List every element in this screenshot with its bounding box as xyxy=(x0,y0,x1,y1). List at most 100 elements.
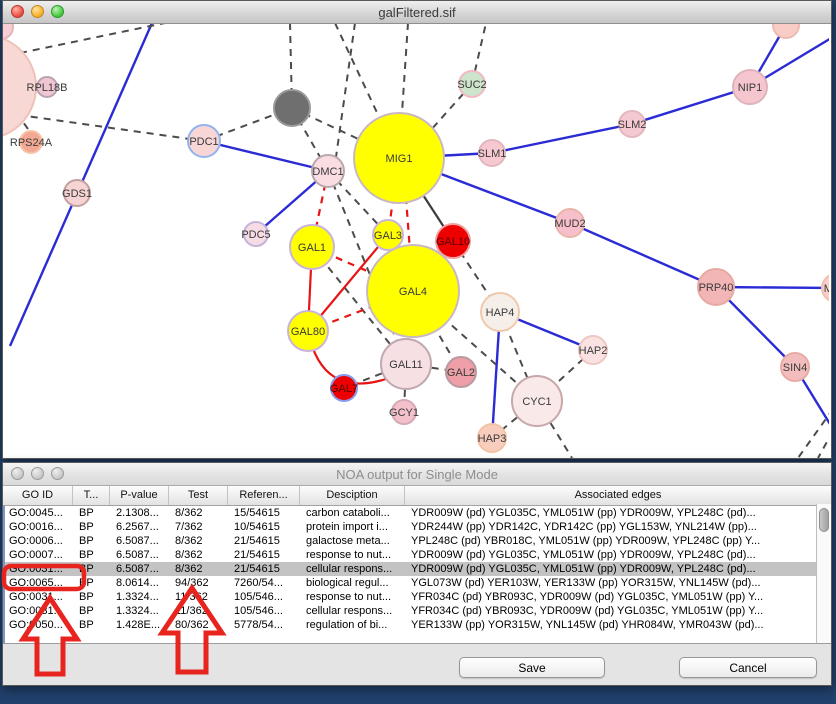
cell-reference: 21/54615 xyxy=(230,548,302,562)
close-button[interactable] xyxy=(11,467,24,480)
network-node-gray-node[interactable] xyxy=(274,90,310,126)
cell-type: BP xyxy=(75,520,112,534)
cell-type: BP xyxy=(75,590,112,604)
minimize-button[interactable] xyxy=(31,5,44,18)
node-label-SIN4: SIN4 xyxy=(783,362,807,374)
scrollbar-thumb[interactable] xyxy=(819,508,829,532)
cell-type: BP xyxy=(75,506,112,520)
column-header-t[interactable]: T... xyxy=(73,486,110,505)
table-row[interactable]: GO:0050...BP1.428E...80/3625778/54...reg… xyxy=(5,618,831,632)
table-row[interactable]: GO:0031...BP1.3324...11/362105/546...cel… xyxy=(5,604,831,618)
cell-edges: YFR034C (pd) YBR093C, YDR009W (pd) YGL03… xyxy=(407,604,831,618)
cell-p_value: 6.5087... xyxy=(112,562,171,576)
save-button[interactable]: Save xyxy=(459,657,605,678)
column-header-referen[interactable]: Referen... xyxy=(228,486,300,505)
cell-type: BP xyxy=(75,604,112,618)
zoom-button[interactable] xyxy=(51,5,64,18)
node-label-GAL4: GAL4 xyxy=(399,286,427,298)
node-label-GAL3: GAL3 xyxy=(374,230,402,242)
column-header-go-id[interactable]: GO ID xyxy=(3,486,73,505)
cell-edges: YDR009W (pd) YGL035C, YML051W (pp) YDR00… xyxy=(407,506,831,520)
node-label-GAL10: GAL10 xyxy=(436,236,470,248)
noa-window-titlebar[interactable]: NOA output for Single Mode xyxy=(3,463,831,486)
cell-test: 11/362 xyxy=(171,604,230,618)
cell-type: BP xyxy=(75,562,112,576)
cell-p_value: 1.3324... xyxy=(112,590,171,604)
cell-test: 11/362 xyxy=(171,590,230,604)
network-edge xyxy=(204,141,328,171)
network-graph: RPL18BRPS24AGDS1PDC1MIG1SUC2SLM1SLM2NIP1… xyxy=(3,24,829,458)
node-label-GCY1: GCY1 xyxy=(389,407,419,419)
column-header-desciption[interactable]: Desciption xyxy=(300,486,405,505)
cell-go_id: GO:0031... xyxy=(5,590,75,604)
node-label-NIP1: NIP1 xyxy=(738,82,762,94)
table-row[interactable]: GO:0006...BP6.5087...8/36221/54615galact… xyxy=(5,534,831,548)
node-label-CYC1: CYC1 xyxy=(522,396,551,408)
cell-go_id: GO:0031... xyxy=(5,562,75,576)
node-label-PDC5: PDC5 xyxy=(241,229,270,241)
cell-test: 7/362 xyxy=(171,520,230,534)
cell-description: response to nut... xyxy=(302,548,407,562)
cell-type: BP xyxy=(75,618,112,632)
cell-description: carbon cataboli... xyxy=(302,506,407,520)
cell-reference: 10/54615 xyxy=(230,520,302,534)
table-row[interactable]: GO:0065...BP8.0614...94/3627260/54...bio… xyxy=(5,576,831,590)
cell-description: regulation of bi... xyxy=(302,618,407,632)
table-scrollbar[interactable] xyxy=(816,504,831,646)
table-row[interactable]: GO:0007...BP6.5087...8/36221/54615respon… xyxy=(5,548,831,562)
cell-test: 8/362 xyxy=(171,562,230,576)
cancel-button[interactable]: Cancel xyxy=(679,657,817,678)
cell-edges: YGL073W (pd) YER103W, YER133W (pp) YOR31… xyxy=(407,576,831,590)
minimize-button[interactable] xyxy=(31,467,44,480)
cell-p_value: 2.1308... xyxy=(112,506,171,520)
network-edge xyxy=(492,124,632,153)
table-row[interactable]: GO:0031...BP1.3324...11/362105/546...res… xyxy=(5,590,831,604)
node-label-HAP2: HAP2 xyxy=(579,345,608,357)
network-edge xyxy=(570,223,716,287)
cell-edges: YDR244W (pp) YDR142C, YDR142C (pp) YGL15… xyxy=(407,520,831,534)
network-edge xyxy=(632,87,750,124)
cell-reference: 5778/54... xyxy=(230,618,302,632)
node-label-HAP3: HAP3 xyxy=(478,433,507,445)
node-label-PRP40: PRP40 xyxy=(699,282,734,294)
cell-go_id: GO:0065... xyxy=(5,576,75,590)
cell-test: 80/362 xyxy=(171,618,230,632)
node-label-SLM1: SLM1 xyxy=(478,148,507,160)
node-label-GAL80: GAL80 xyxy=(291,326,325,338)
cell-reference: 105/546... xyxy=(230,604,302,618)
node-label-SLM2: SLM2 xyxy=(618,119,647,131)
node-label-PDC1: PDC1 xyxy=(189,136,218,148)
table-row[interactable]: GO:0031...BP6.5087...8/36221/54615cellul… xyxy=(5,562,831,576)
network-node-edge-node-topright[interactable] xyxy=(773,24,799,38)
table-header: GO IDT...P-valueTestReferen...Desciption… xyxy=(3,486,831,506)
network-window-titlebar[interactable]: galFiltered.sif xyxy=(3,1,831,24)
cell-test: 8/362 xyxy=(171,506,230,520)
cell-description: cellular respons... xyxy=(302,562,407,576)
cell-description: cellular respons... xyxy=(302,604,407,618)
table-row[interactable]: GO:0045...BP2.1308...8/36215/54615carbon… xyxy=(5,506,831,520)
cell-go_id: GO:0031... xyxy=(5,604,75,618)
network-node-edge-node-topleft[interactable] xyxy=(3,24,13,39)
node-label-GAL11: GAL11 xyxy=(389,359,422,371)
close-button[interactable] xyxy=(11,5,24,18)
cell-type: BP xyxy=(75,548,112,562)
network-window-title: galFiltered.sif xyxy=(3,5,831,20)
node-label-GAL1: GAL1 xyxy=(298,242,326,254)
column-header-associated-edges[interactable]: Associated edges xyxy=(405,486,831,505)
cell-reference: 15/54615 xyxy=(230,506,302,520)
cell-test: 8/362 xyxy=(171,548,230,562)
node-label-MUD2: MUD2 xyxy=(554,218,585,230)
table-row[interactable]: GO:0016...BP6.2567...7/36210/54615protei… xyxy=(5,520,831,534)
network-edge xyxy=(20,24,165,53)
cell-p_value: 6.5087... xyxy=(112,548,171,562)
column-header-p-value[interactable]: P-value xyxy=(110,486,169,505)
network-canvas[interactable]: RPL18BRPS24AGDS1PDC1MIG1SUC2SLM1SLM2NIP1… xyxy=(3,24,829,458)
cell-reference: 21/54615 xyxy=(230,534,302,548)
node-label-HAP4: HAP4 xyxy=(486,307,515,319)
node-label-GAL7: GAL7 xyxy=(330,383,358,395)
column-header-test[interactable]: Test xyxy=(169,486,228,505)
cell-type: BP xyxy=(75,576,112,590)
cell-edges: YDR009W (pd) YGL035C, YML051W (pp) YDR00… xyxy=(407,562,831,576)
zoom-button[interactable] xyxy=(51,467,64,480)
cell-reference: 105/546... xyxy=(230,590,302,604)
